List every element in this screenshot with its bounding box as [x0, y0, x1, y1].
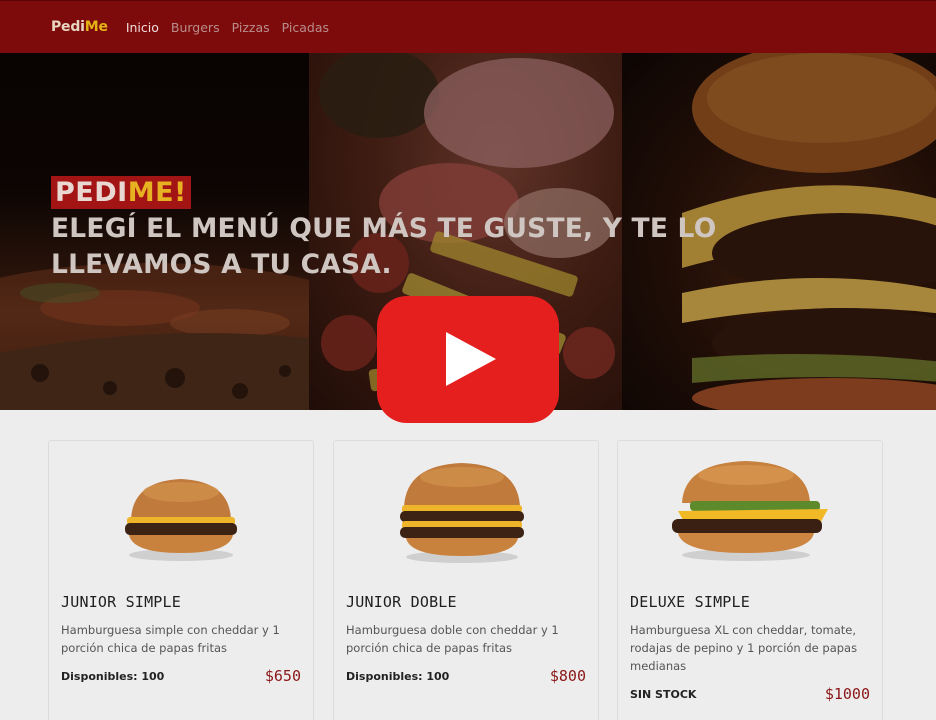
product-stock: Disponibles: 100	[346, 670, 450, 683]
nav-link-picadas[interactable]: Picadas	[282, 20, 329, 35]
product-card[interactable]: DELUXE SIMPLE Hamburguesa XL con cheddar…	[617, 440, 883, 720]
burger-image	[400, 463, 524, 563]
burger-image	[125, 479, 237, 561]
product-price: $650	[264, 667, 301, 685]
product-name: JUNIOR SIMPLE	[61, 593, 181, 611]
product-description: Hamburguesa simple con cheddar y 1 porci…	[61, 623, 280, 655]
product-card[interactable]: JUNIOR SIMPLE Hamburguesa simple con che…	[48, 440, 314, 720]
product-description: Hamburguesa XL con cheddar, tomate, roda…	[630, 623, 858, 673]
play-icon	[446, 332, 496, 386]
youtube-play-button[interactable]	[377, 296, 559, 423]
nav-link-pizzas[interactable]: Pizzas	[232, 20, 270, 35]
hero-badge: PEDIME!	[51, 176, 191, 209]
product-price: $1000	[824, 685, 870, 703]
nav-link-inicio[interactable]: Inicio	[126, 20, 159, 35]
brand-part-me: Me	[84, 19, 108, 35]
product-card[interactable]: JUNIOR DOBLE Hamburguesa doble con chedd…	[333, 440, 599, 720]
product-name: JUNIOR DOBLE	[346, 593, 457, 611]
brand-part-pedi: Pedi	[51, 19, 85, 35]
product-name: DELUXE SIMPLE	[630, 593, 750, 611]
hero-badge-me: ME!	[127, 177, 187, 208]
product-description: Hamburguesa doble con cheddar y 1 porció…	[346, 623, 559, 655]
hero-badge-pedi: PEDI	[55, 177, 128, 208]
product-price: $800	[549, 667, 586, 685]
brand-logo[interactable]: PediMe	[51, 19, 108, 35]
navbar: PediMe Inicio Burgers Pizzas Picadas	[0, 0, 936, 53]
product-stock: Disponibles: 100	[61, 670, 165, 683]
product-stock: SIN STOCK	[630, 688, 697, 701]
hero-tagline: Elegí el menú que más te guste, y te lo …	[51, 213, 717, 280]
burger-image	[672, 461, 828, 561]
nav-link-burgers[interactable]: Burgers	[171, 20, 220, 35]
